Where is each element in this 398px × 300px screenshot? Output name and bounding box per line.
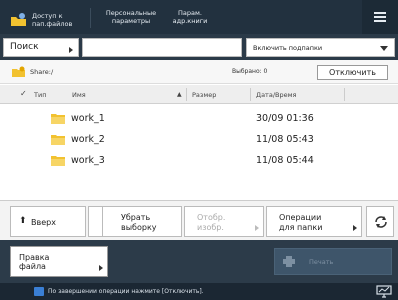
check-column-icon[interactable]: ✓	[20, 89, 27, 98]
up-button[interactable]: ⬆ Вверх	[10, 206, 86, 237]
tab-file-access[interactable]: Доступ к пап.файлов	[0, 5, 84, 31]
subfolder-select[interactable]: Включить подпапки	[246, 38, 395, 57]
chevron-right-icon	[255, 225, 259, 231]
share-folder-icon	[12, 66, 25, 77]
status-monitor-icon[interactable]	[376, 285, 392, 298]
search-button-label: Поиск	[10, 42, 39, 52]
table-row[interactable]: work_1 30/09 01:36	[0, 110, 398, 128]
preview-image-button[interactable]: Отобр. изобр.	[184, 206, 264, 237]
tab-personal-settings[interactable]: Персональные параметры	[100, 5, 162, 31]
status-bar: По завершении операции нажмите [Отключит…	[0, 283, 398, 300]
folder-icon	[51, 135, 65, 145]
file-date: 11/08 05:44	[256, 155, 314, 166]
folder-icon	[51, 114, 65, 124]
header-type[interactable]: Тип	[34, 91, 46, 99]
refresh-icon	[375, 216, 387, 228]
header-date[interactable]: Дата/Время	[256, 91, 296, 99]
print-button[interactable]: Печать	[274, 248, 392, 275]
tab-address-book-label: Парам. адр.книги	[172, 9, 208, 25]
tab-address-book-settings[interactable]: Парам. адр.книги	[170, 5, 210, 31]
subfolder-select-value: Включить подпапки	[253, 44, 323, 52]
tab-personal-settings-label: Персональные параметры	[105, 9, 157, 25]
table-row[interactable]: work_2 11/08 05:43	[0, 131, 398, 149]
print-button-label: Печать	[309, 258, 334, 266]
search-button[interactable]: Поиск	[3, 38, 79, 57]
edit-file-button[interactable]: Правка файла	[10, 246, 108, 277]
refresh-button[interactable]	[366, 206, 394, 237]
shared-folder-icon	[11, 13, 26, 26]
selected-count: Выбрано: 0	[232, 68, 268, 75]
tab-divider	[90, 8, 91, 28]
tab-file-access-label: Доступ к пап.файлов	[32, 12, 73, 28]
action-row: ⬆ Вверх Убрать выборку Отобр. изобр. Опе…	[0, 200, 398, 240]
list-header: ✓ Тип Имя ▲ Размер Дата/Время	[0, 85, 398, 104]
up-arrow-icon: ⬆	[19, 216, 27, 226]
menu-icon	[374, 12, 386, 14]
top-bar: Доступ к пап.файлов Персональные парамет…	[0, 0, 398, 34]
folder-icon	[51, 156, 65, 166]
table-row[interactable]: work_3 11/08 05:44	[0, 152, 398, 170]
header-name[interactable]: Имя	[72, 91, 86, 99]
printer-icon	[283, 256, 295, 267]
chevron-right-icon	[353, 225, 357, 231]
menu-button[interactable]	[362, 0, 398, 34]
file-name: work_2	[71, 134, 105, 145]
info-icon	[34, 287, 44, 296]
deselect-button[interactable]: Убрать выборку	[102, 206, 182, 237]
chevron-down-icon	[380, 46, 388, 51]
folder-operations-button[interactable]: Операции для папки	[266, 206, 362, 237]
chevron-right-icon	[69, 47, 73, 53]
search-input[interactable]	[82, 38, 242, 57]
share-path: Share:/	[30, 68, 54, 76]
file-date: 11/08 05:43	[256, 134, 314, 145]
file-name: work_1	[71, 113, 105, 124]
up-button-label: Вверх	[31, 218, 56, 227]
file-name: work_3	[71, 155, 105, 166]
status-message: По завершении операции нажмите [Отключит…	[48, 288, 204, 295]
bottom-panel: Правка файла Печать	[0, 240, 398, 283]
search-row: Поиск Включить подпапки	[0, 34, 398, 60]
disconnect-button[interactable]: Отключить	[317, 65, 388, 80]
file-date: 30/09 01:36	[256, 113, 314, 124]
sort-asc-icon: ▲	[177, 91, 182, 98]
location-row: Share:/ Выбрано: 0 Отключить	[0, 60, 398, 84]
header-size[interactable]: Размер	[192, 91, 216, 99]
chevron-right-icon	[99, 265, 103, 271]
